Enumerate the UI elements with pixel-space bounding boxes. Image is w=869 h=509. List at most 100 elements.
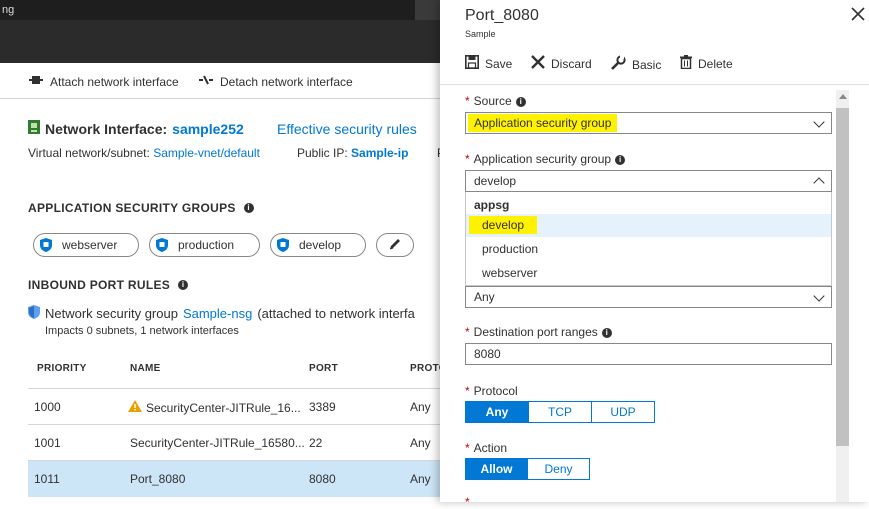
rule-name: SecurityCenter-JITRule_16... <box>146 400 301 415</box>
edit-asg-button[interactable] <box>376 233 414 257</box>
asg-pill-webserver[interactable]: webserver <box>33 233 139 257</box>
asg-pill-production[interactable]: production <box>149 233 260 257</box>
info-icon[interactable]: i <box>601 328 612 338</box>
asg-selected-value: develop <box>474 174 517 188</box>
source-value: Application security group <box>468 114 618 132</box>
nic-name-link[interactable]: sample252 <box>172 121 244 137</box>
rules-table: PRIORITY NAME PORT PROTO 1000 SecurityCe… <box>28 360 447 497</box>
title-strip: ng <box>0 0 440 20</box>
required-asterisk: * <box>465 384 470 398</box>
info-icon[interactable]: i <box>243 203 254 213</box>
destination-dropdown[interactable]: Any <box>465 286 832 308</box>
table-header: PRIORITY NAME PORT PROTO <box>28 360 447 388</box>
detach-label: Detach network interface <box>220 74 353 89</box>
cell-priority: 1001 <box>34 436 61 450</box>
table-row[interactable]: 1001 SecurityCenter-JITRule_16580... 22 … <box>28 425 440 460</box>
column-header[interactable]: PRIORITY <box>37 363 87 374</box>
protocol-udp[interactable]: UDP <box>591 401 655 423</box>
save-button[interactable]: Save <box>465 55 512 72</box>
cell-port: 22 <box>309 436 323 450</box>
attach-label: Attach network interface <box>50 74 179 89</box>
table-row-selected[interactable]: 1011 Port_8080 8080 Any <box>28 461 440 497</box>
warning-icon <box>128 400 142 415</box>
cell-priority: 1000 <box>34 400 61 414</box>
asg-dropdown-list: appsg develop production webserver <box>465 192 832 286</box>
public-ip-label: Public IP: <box>297 146 348 160</box>
cell-port: 3389 <box>309 400 336 414</box>
scrollbar[interactable] <box>836 90 849 502</box>
option-develop[interactable]: develop <box>466 214 831 237</box>
panel-title: Port_8080 <box>465 7 539 24</box>
public-ip-link[interactable]: Sample-ip <box>351 146 408 160</box>
nic-header: Network Interface: sample252 <box>28 120 244 137</box>
info-icon[interactable]: i <box>515 97 526 107</box>
table-row[interactable]: 1000 SecurityCenter-JITRule_16... 3389 A… <box>28 389 440 424</box>
action-allow[interactable]: Allow <box>465 458 528 480</box>
chevron-up-icon <box>813 177 825 189</box>
cell-port: 8080 <box>309 472 336 486</box>
basic-label: Basic <box>632 57 662 72</box>
nsg-link[interactable]: Sample-nsg <box>183 306 252 321</box>
protocol-label: * Protocol <box>465 384 518 398</box>
option-webserver[interactable]: webserver <box>482 266 537 280</box>
action-toggle[interactable]: Allow Deny <box>465 458 590 480</box>
attach-network-interface-button[interactable]: Attach network interface <box>28 74 179 89</box>
save-icon <box>465 55 479 72</box>
required-asterisk: * <box>465 94 470 108</box>
public-ip-info: Public IP: Sample-ip <box>297 146 408 160</box>
top-banner: ng <box>0 0 440 63</box>
scroll-up-arrow[interactable] <box>839 94 847 99</box>
dest-ports-input[interactable]: 8080 <box>465 343 832 365</box>
discard-label: Discard <box>551 56 592 71</box>
network-interface-icon <box>28 120 40 137</box>
dest-ports-label: * Destination port ranges i <box>465 325 612 339</box>
source-label-text: Source <box>473 94 512 108</box>
protocol-toggle[interactable]: Any TCP UDP <box>465 401 655 423</box>
action-label: * Action <box>465 441 507 455</box>
option-production[interactable]: production <box>482 242 538 256</box>
required-asterisk: * <box>465 495 470 509</box>
column-header[interactable]: PORT <box>309 363 338 374</box>
required-asterisk: * <box>465 441 470 455</box>
asg-shield-icon <box>277 238 289 252</box>
dest-ports-label-text: Destination port ranges <box>473 325 598 339</box>
attach-icon <box>28 74 44 89</box>
save-label: Save <box>485 56 513 71</box>
delete-button[interactable]: Delete <box>680 55 733 72</box>
vnet-link[interactable]: Sample-vnet/default <box>153 146 260 160</box>
required-asterisk: * <box>465 152 470 166</box>
trash-icon <box>680 55 692 72</box>
info-icon[interactable]: i <box>178 280 189 290</box>
info-icon[interactable]: i <box>615 155 626 165</box>
action-deny[interactable]: Deny <box>527 458 590 480</box>
chevron-down-icon <box>813 116 825 128</box>
protocol-any[interactable]: Any <box>465 401 529 423</box>
destination-value: Any <box>474 290 495 304</box>
wrench-icon <box>610 55 626 74</box>
protocol-tcp[interactable]: TCP <box>528 401 592 423</box>
asg-pill-develop[interactable]: develop <box>270 233 366 257</box>
rule-edit-panel: Port_8080 Sample Save Discard Basic Dele… <box>440 0 869 509</box>
discard-button[interactable]: Discard <box>531 55 592 72</box>
detach-network-interface-button[interactable]: Detach network interface <box>198 74 353 89</box>
nsg-shield-icon <box>28 305 40 322</box>
basic-button[interactable]: Basic <box>610 55 661 74</box>
asg-dropdown[interactable]: develop <box>465 170 832 192</box>
asg-pill-label: production <box>178 238 235 252</box>
column-header[interactable]: NAME <box>130 363 161 374</box>
required-asterisk: * <box>465 325 470 339</box>
source-label: * Source i <box>465 94 526 108</box>
source-dropdown[interactable]: Application security group <box>465 112 832 134</box>
nsg-suffix: (attached to network interfa <box>257 306 415 321</box>
cell-protocol: Any <box>410 436 431 450</box>
cell-protocol: Any <box>410 400 431 414</box>
next-field-label-cut: * <box>465 495 474 509</box>
nsg-line: Network security group Sample-nsg (attac… <box>28 305 415 322</box>
asg-shield-icon <box>40 238 52 252</box>
option-label: develop <box>469 216 538 234</box>
scrollbar-thumb[interactable] <box>836 108 849 446</box>
effective-security-rules-link[interactable]: Effective security rules <box>277 121 417 137</box>
close-icon[interactable] <box>851 7 865 21</box>
asg-select-label: * Application security group i <box>465 152 626 166</box>
discard-icon <box>531 55 545 72</box>
